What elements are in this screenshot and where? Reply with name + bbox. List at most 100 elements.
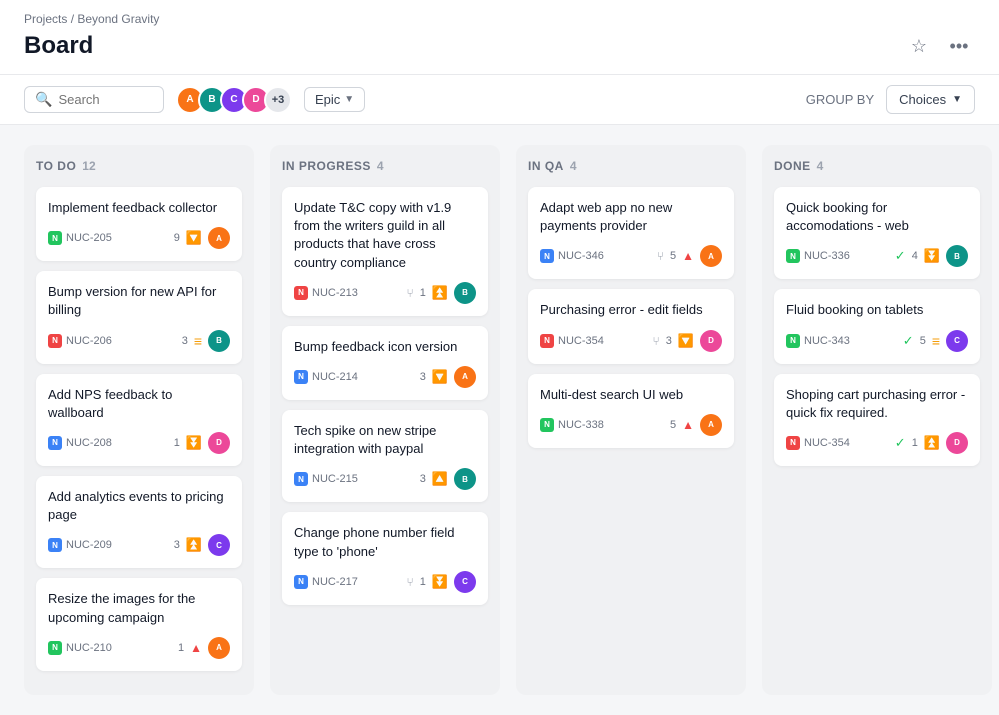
card-title: Resize the images for the upcoming campa… [48, 590, 230, 626]
card-id: N NUC-214 [294, 370, 358, 384]
card-title: Implement feedback collector [48, 199, 230, 217]
card-title: Update T&C copy with v1.9 from the write… [294, 199, 476, 272]
card-id-text: NUC-354 [804, 437, 850, 449]
card[interactable]: Fluid booking on tablets N NUC-343 ✓ 5 ≡… [774, 289, 980, 363]
card-count: 3 [182, 335, 188, 347]
card-id-text: NUC-214 [312, 371, 358, 383]
branch-icon: ⑂ [406, 286, 413, 300]
card-meta: N NUC-215 3 🔼 B [294, 468, 476, 490]
card-id-text: NUC-338 [558, 419, 604, 431]
card-id-text: NUC-209 [66, 539, 112, 551]
card-title: Add analytics events to pricing page [48, 488, 230, 524]
column-done: DONE 4 Quick booking for accomodations -… [762, 145, 992, 695]
card-id: N NUC-215 [294, 472, 358, 486]
card-avatar: C [946, 330, 968, 352]
card-meta: N NUC-210 1 ▲ A [48, 637, 230, 659]
card-title: Purchasing error - edit fields [540, 301, 722, 319]
card-id-text: NUC-336 [804, 250, 850, 262]
priority-icon: ≡ [194, 333, 202, 349]
priority-icon: ⏬ [432, 574, 448, 590]
card-count: 3 [666, 335, 672, 347]
card[interactable]: Quick booking for accomodations - web N … [774, 187, 980, 279]
card[interactable]: Implement feedback collector N NUC-205 9… [36, 187, 242, 261]
card-avatar: B [454, 468, 476, 490]
card-id-text: NUC-208 [66, 437, 112, 449]
card-id: N NUC-213 [294, 286, 358, 300]
card-type-icon: N [48, 231, 62, 245]
card[interactable]: Multi-dest search UI web N NUC-338 5 ▲ A [528, 374, 734, 448]
search-box[interactable]: 🔍 [24, 86, 164, 113]
card-meta: N NUC-206 3 ≡ B [48, 330, 230, 352]
card-title: Multi-dest search UI web [540, 386, 722, 404]
avatar-group: A B C D +3 [176, 86, 292, 114]
card-count: 1 [912, 437, 918, 449]
column-title: TO DO [36, 159, 76, 173]
card[interactable]: Change phone number field type to 'phone… [282, 512, 488, 604]
choices-chevron-icon: ▼ [952, 94, 962, 105]
card-meta: N NUC-336 ✓ 4 ⏬ B [786, 245, 968, 267]
card[interactable]: Bump feedback icon version N NUC-214 3 🔽… [282, 326, 488, 400]
epic-filter-button[interactable]: Epic ▼ [304, 87, 365, 112]
card-title: Adapt web app no new payments provider [540, 199, 722, 235]
card-meta: N NUC-208 1 ⏬ D [48, 432, 230, 454]
card[interactable]: Bump version for new API for billing N N… [36, 271, 242, 363]
star-button[interactable]: ☆ [903, 30, 935, 62]
card-avatar: D [208, 432, 230, 454]
card-id: N NUC-354 [786, 436, 850, 450]
card-type-icon: N [294, 472, 308, 486]
card-count: 1 [174, 437, 180, 449]
card-type-icon: N [540, 418, 554, 432]
card[interactable]: Resize the images for the upcoming campa… [36, 578, 242, 670]
card-id: N NUC-343 [786, 334, 850, 348]
card-id: N NUC-217 [294, 575, 358, 589]
card-avatar: A [700, 414, 722, 436]
card-title: Quick booking for accomodations - web [786, 199, 968, 235]
card[interactable]: Add analytics events to pricing page N N… [36, 476, 242, 568]
card-id-text: NUC-346 [558, 250, 604, 262]
card-type-icon: N [48, 641, 62, 655]
card-type-icon: N [48, 538, 62, 552]
card-avatar: D [700, 330, 722, 352]
card-avatar: B [946, 245, 968, 267]
filter-chevron-icon: ▼ [344, 94, 354, 105]
priority-icon: 🔽 [432, 369, 448, 385]
card-title: Add NPS feedback to wallboard [48, 386, 230, 422]
column-header: IN QA 4 [528, 159, 734, 173]
card-meta: N NUC-205 9 🔽 A [48, 227, 230, 249]
card-type-icon: N [294, 575, 308, 589]
page-title: Board [24, 32, 93, 60]
card[interactable]: Tech spike on new stripe integration wit… [282, 410, 488, 502]
card[interactable]: Shoping cart purchasing error - quick fi… [774, 374, 980, 466]
card-id: N NUC-338 [540, 418, 604, 432]
card-meta: N NUC-338 5 ▲ A [540, 414, 722, 436]
card-avatar: A [454, 366, 476, 388]
check-icon: ✓ [895, 248, 906, 264]
card[interactable]: Adapt web app no new payments provider N… [528, 187, 734, 279]
card[interactable]: Purchasing error - edit fields N NUC-354… [528, 289, 734, 363]
branch-icon: ⑂ [657, 249, 664, 263]
card[interactable]: Add NPS feedback to wallboard N NUC-208 … [36, 374, 242, 466]
card-type-icon: N [540, 249, 554, 263]
card-avatar: B [208, 330, 230, 352]
search-icon: 🔍 [35, 91, 52, 108]
column-header: TO DO 12 [36, 159, 242, 173]
column-count: 12 [82, 159, 95, 173]
card-count: 3 [420, 473, 426, 485]
check-icon: ✓ [895, 435, 906, 451]
column-inprogress: IN PROGRESS 4 Update T&C copy with v1.9 … [270, 145, 500, 695]
priority-icon: ⏬ [186, 435, 202, 451]
more-options-button[interactable]: ••• [943, 30, 975, 62]
card-id-text: NUC-206 [66, 335, 112, 347]
card-id-text: NUC-213 [312, 287, 358, 299]
card-count: 3 [174, 539, 180, 551]
card-avatar: D [946, 432, 968, 454]
card-count: 1 [178, 642, 184, 654]
branch-icon: ⑂ [652, 334, 659, 348]
card-id-text: NUC-205 [66, 232, 112, 244]
avatar-extra-count[interactable]: +3 [264, 86, 292, 114]
search-input[interactable] [58, 92, 153, 107]
choices-button[interactable]: Choices ▼ [886, 85, 975, 114]
card-title: Fluid booking on tablets [786, 301, 968, 319]
card-avatar: A [208, 637, 230, 659]
card[interactable]: Update T&C copy with v1.9 from the write… [282, 187, 488, 316]
